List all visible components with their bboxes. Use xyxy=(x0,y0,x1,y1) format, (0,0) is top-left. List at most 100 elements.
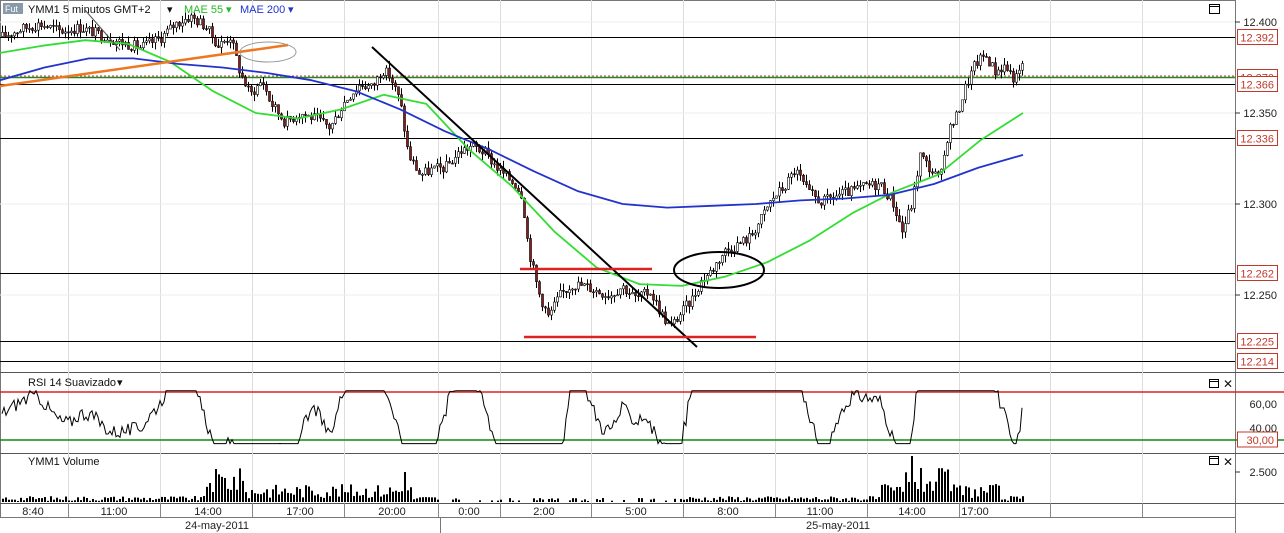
volume-bar xyxy=(173,496,175,502)
candle-down xyxy=(808,184,811,190)
volume-bar xyxy=(752,500,754,502)
candle-up xyxy=(1018,69,1021,74)
candle-down xyxy=(172,24,175,29)
candle-down xyxy=(160,38,163,43)
volume-bar xyxy=(224,477,226,502)
candle-up xyxy=(709,269,712,276)
ma200-dropdown-icon[interactable]: ▾ xyxy=(288,4,294,16)
volume-close-icon[interactable]: ✕ xyxy=(1223,455,1233,469)
volume-bar xyxy=(890,487,892,502)
candle-down xyxy=(40,22,43,27)
candle-down xyxy=(319,114,322,119)
rsi-dropdown-icon[interactable]: ▾ xyxy=(117,377,123,389)
volume-bar xyxy=(833,497,835,502)
volume-bar xyxy=(263,492,265,502)
candle-down xyxy=(985,56,988,58)
volume-bar xyxy=(161,496,163,502)
candle-up xyxy=(748,233,751,244)
volume-bar xyxy=(428,497,430,502)
candle-up xyxy=(340,110,343,118)
volume-bar xyxy=(5,497,7,502)
volume-bar xyxy=(419,497,421,502)
volume-bar xyxy=(71,500,73,502)
candle-up xyxy=(28,28,31,30)
volume-bar xyxy=(935,481,937,502)
volume-bar xyxy=(944,471,946,502)
volume-bar xyxy=(674,498,676,502)
candle-up xyxy=(142,42,145,49)
volume-bar xyxy=(401,491,403,502)
candle-up xyxy=(766,206,769,211)
candle-up xyxy=(871,181,874,186)
symbol-dropdown-icon[interactable]: ▾ xyxy=(167,4,173,16)
candle-down xyxy=(607,296,610,299)
volume-bar xyxy=(200,497,202,502)
volume-bar xyxy=(113,496,115,502)
candle-down xyxy=(874,181,877,191)
candle-down xyxy=(967,83,970,86)
volume-bar xyxy=(434,497,436,502)
candle-down xyxy=(265,84,268,92)
volume-bar xyxy=(14,499,16,502)
candle-up xyxy=(784,188,787,191)
candle-down xyxy=(10,35,13,37)
candle-up xyxy=(619,288,622,296)
candle-down xyxy=(226,40,229,43)
price-level-tag-text: 12.225 xyxy=(1240,337,1274,349)
candle-up xyxy=(775,195,778,199)
candle-up xyxy=(667,322,670,325)
volume-bar xyxy=(332,486,334,502)
volume-bar xyxy=(374,491,376,502)
volume-bar xyxy=(575,498,577,502)
candle-down xyxy=(988,56,991,67)
volume-bar xyxy=(1010,496,1012,502)
volume-bar xyxy=(44,497,46,502)
volume-bar xyxy=(746,497,748,502)
volume-label[interactable]: YMM1 Volume xyxy=(28,456,100,468)
candle-up xyxy=(682,305,685,316)
candle-up xyxy=(1003,64,1006,73)
candle-up xyxy=(421,174,424,176)
candle-up xyxy=(643,288,646,293)
rsi-close-icon[interactable]: ✕ xyxy=(1223,377,1233,391)
volume-bar xyxy=(455,498,457,502)
volume-bar xyxy=(638,498,640,502)
volume-bar xyxy=(986,492,988,502)
candle-down xyxy=(61,29,64,34)
volume-bar xyxy=(749,498,751,502)
volume-bar xyxy=(329,496,331,502)
volume-bar xyxy=(425,497,427,502)
ma55-label[interactable]: MAE 55 xyxy=(184,4,223,16)
volume-bar xyxy=(845,498,847,502)
volume-bar xyxy=(881,484,883,502)
volume-bar xyxy=(512,500,514,502)
volume-bar xyxy=(92,498,94,502)
symbol-label[interactable]: YMM1 5 minutos GMT+2 xyxy=(28,4,151,16)
volume-bar xyxy=(107,498,109,502)
volume-bar xyxy=(110,497,112,502)
volume-bar xyxy=(356,491,358,502)
main-maximize-button[interactable] xyxy=(1209,4,1220,14)
volume-bar xyxy=(686,499,688,502)
volume-bar xyxy=(785,498,787,502)
candle-up xyxy=(622,285,625,290)
rsi-maximize-button[interactable] xyxy=(1209,379,1219,388)
volume-bar xyxy=(62,499,64,502)
ma55-dropdown-icon[interactable]: ▾ xyxy=(226,4,232,16)
volume-bar xyxy=(191,498,193,502)
candle-up xyxy=(454,156,457,164)
candle-down xyxy=(544,306,547,309)
candle-down xyxy=(91,26,94,37)
volume-bar xyxy=(920,468,922,502)
rsi-label[interactable]: RSI 14 Suavizado xyxy=(28,377,116,389)
volume-bar xyxy=(653,498,655,502)
candle-down xyxy=(58,25,61,31)
price-tick-label: 12.300 xyxy=(1243,199,1277,211)
candle-up xyxy=(181,22,184,27)
volume-bar xyxy=(497,500,499,502)
ma200-label[interactable]: MAE 200 xyxy=(240,4,285,16)
volume-bar xyxy=(395,490,397,502)
candle-up xyxy=(736,242,739,252)
candle-down xyxy=(214,37,217,47)
volume-maximize-button[interactable] xyxy=(1209,456,1219,465)
